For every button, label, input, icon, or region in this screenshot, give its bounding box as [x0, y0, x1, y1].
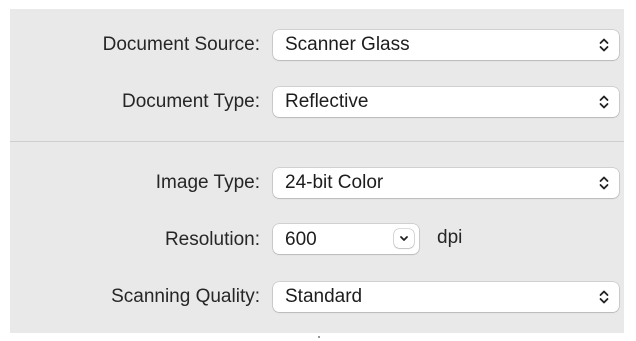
chevron-updown-icon [598, 37, 610, 53]
chevron-updown-icon [598, 94, 610, 110]
document-type-label: Document Type: [121, 91, 260, 112]
document-source-popup[interactable]: Scanner Glass [273, 30, 619, 60]
document-source-label: Document Source: [102, 34, 260, 55]
resolution-combo-box[interactable]: 600 [273, 224, 419, 254]
image-type-label: Image Type: [155, 172, 260, 193]
document-type-value: Reflective [285, 91, 369, 112]
scanning-quality-label: Scanning Quality: [111, 286, 260, 307]
resolution-unit: dpi [437, 227, 463, 248]
scanning-quality-popup[interactable]: Standard [273, 282, 619, 312]
resolution-value[interactable]: 600 [285, 228, 317, 252]
document-source-value: Scanner Glass [285, 34, 410, 55]
scanning-quality-value: Standard [285, 286, 363, 307]
chevron-updown-icon [598, 289, 610, 305]
document-type-popup[interactable]: Reflective [273, 87, 619, 117]
artifact-dot [318, 336, 320, 338]
image-type-popup[interactable]: 24-bit Color [273, 168, 619, 198]
chevron-down-icon [400, 236, 408, 241]
resolution-label: Resolution: [164, 229, 260, 250]
chevron-updown-icon [598, 175, 610, 191]
resolution-dropdown-button[interactable] [394, 229, 414, 248]
section-divider [10, 141, 624, 142]
image-type-value: 24-bit Color [285, 172, 384, 193]
